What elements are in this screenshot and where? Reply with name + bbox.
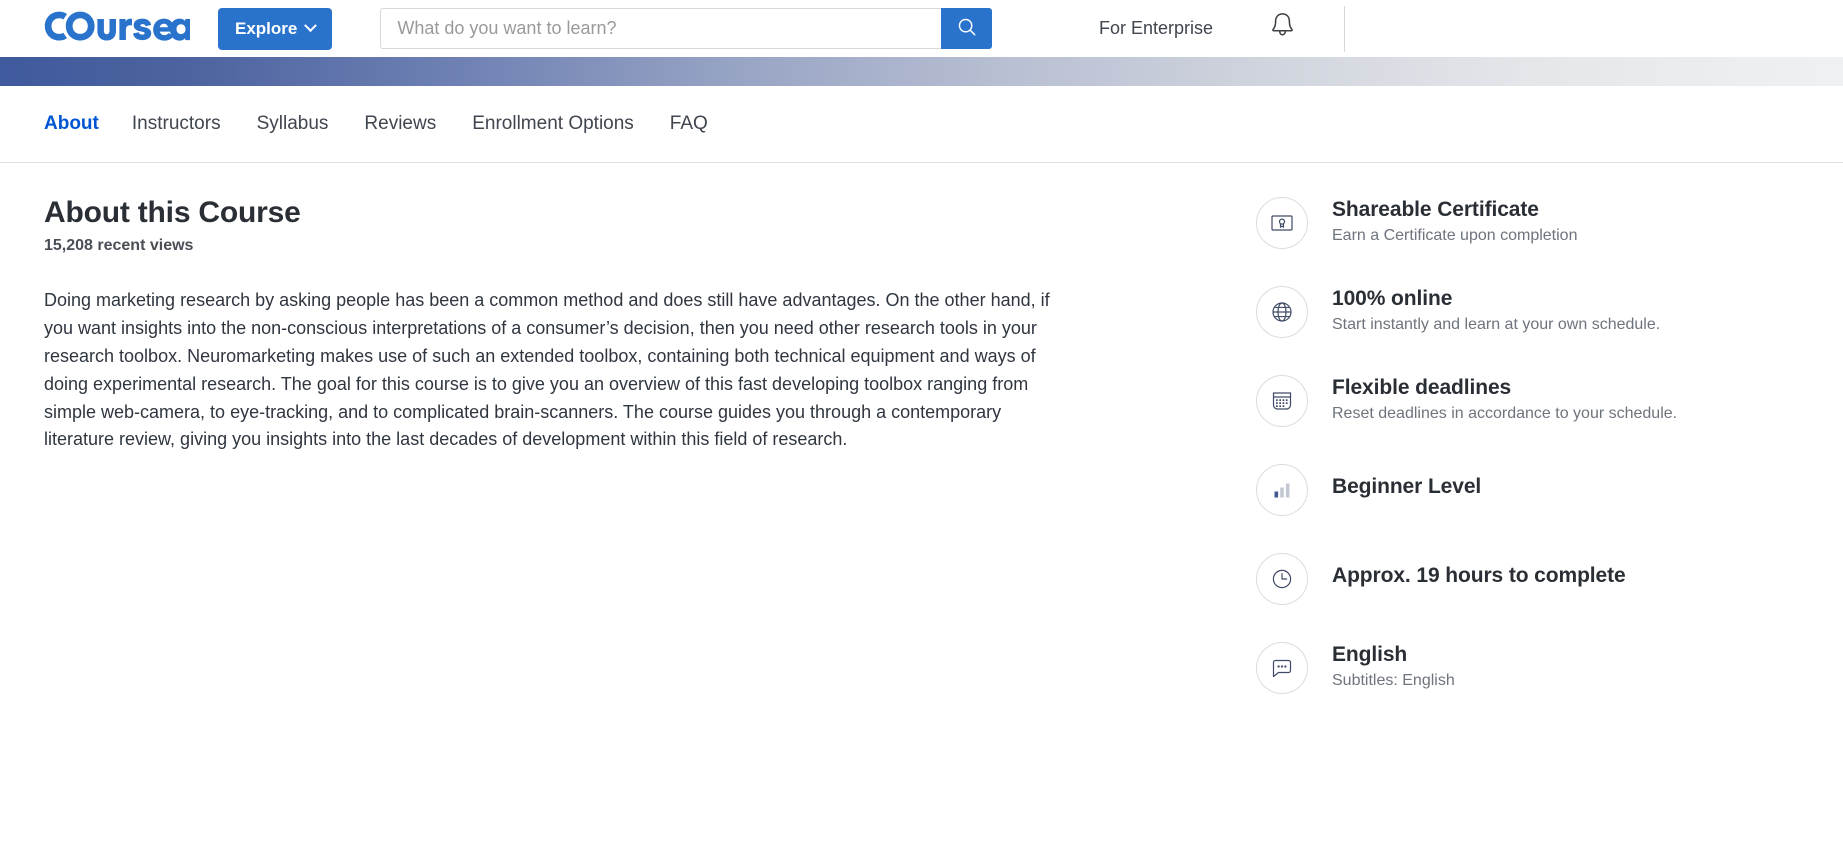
explore-button-label: Explore — [235, 18, 298, 38]
highlight-title: Beginner Level — [1332, 475, 1482, 498]
course-description: Doing marketing research by asking peopl… — [44, 290, 1050, 450]
highlight-language: English Subtitles: English — [1256, 640, 1843, 698]
header-divider — [1344, 5, 1345, 52]
about-section: About this Course 15,208 recent views Do… — [0, 195, 1240, 729]
coursera-logo-icon — [44, 11, 192, 46]
page-title: About this Course — [44, 196, 301, 229]
highlight-text: English Subtitles: English — [1332, 640, 1455, 692]
clock-icon — [1256, 553, 1308, 605]
highlight-title: 100% online — [1332, 287, 1453, 310]
highlight-100-percent-online: 100% online Start instantly and learn at… — [1256, 284, 1843, 342]
highlight-text: 100% online Start instantly and learn at… — [1332, 284, 1660, 336]
highlight-subtitle: Start instantly and learn at your own sc… — [1332, 316, 1661, 334]
highlight-subtitle: Subtitles: English — [1332, 672, 1455, 690]
certificate-icon — [1256, 197, 1308, 249]
calendar-icon — [1256, 375, 1308, 427]
course-banner-strip — [0, 57, 1843, 86]
highlight-title: Flexible deadlines — [1332, 376, 1512, 399]
globe-icon — [1256, 286, 1308, 338]
coursera-logo[interactable] — [44, 11, 192, 46]
tab-faq[interactable]: FAQ — [670, 113, 708, 135]
highlight-text: Approx. 19 hours to complete — [1332, 551, 1626, 589]
tab-syllabus[interactable]: Syllabus — [257, 113, 329, 135]
highlight-title: English — [1332, 643, 1408, 666]
header-right-group: For Enterprise — [1099, 0, 1843, 57]
search-button[interactable] — [941, 8, 993, 49]
highlight-text: Flexible deadlines Reset deadlines in ac… — [1332, 373, 1677, 425]
search-icon — [956, 16, 978, 41]
chevron-down-icon — [304, 19, 318, 33]
tab-enrollment-options[interactable]: Enrollment Options — [472, 113, 634, 135]
bar-chart-icon — [1256, 464, 1308, 516]
for-enterprise-link[interactable]: For Enterprise — [1099, 18, 1213, 39]
search-bar — [380, 8, 993, 49]
highlight-shareable-certificate: Shareable Certificate Earn a Certificate… — [1256, 195, 1843, 253]
highlight-title: Shareable Certificate — [1332, 198, 1539, 221]
bell-icon — [1269, 11, 1296, 46]
tab-about[interactable]: About — [44, 113, 99, 135]
course-nav-tabs: About Instructors Syllabus Reviews Enrol… — [0, 86, 1843, 163]
tab-instructors[interactable]: Instructors — [132, 113, 221, 135]
tab-reviews[interactable]: Reviews — [364, 113, 436, 135]
notifications-button[interactable] — [1269, 11, 1296, 46]
page-body: About this Course 15,208 recent views Do… — [0, 163, 1843, 729]
highlight-time-to-complete: Approx. 19 hours to complete — [1256, 551, 1843, 609]
highlight-subtitle: Reset deadlines in accordance to your sc… — [1332, 405, 1678, 423]
top-header: Explore For Enterprise — [0, 0, 1843, 57]
recent-views-count: 15,208 recent views — [44, 237, 194, 254]
highlight-title: Approx. 19 hours to complete — [1332, 564, 1626, 587]
highlight-text: Beginner Level — [1332, 462, 1481, 500]
highlight-text: Shareable Certificate Earn a Certificate… — [1332, 195, 1577, 247]
search-input[interactable] — [380, 8, 942, 49]
highlight-subtitle: Earn a Certificate upon completion — [1332, 227, 1578, 245]
explore-button[interactable]: Explore — [218, 7, 333, 50]
highlight-beginner-level: Beginner Level — [1256, 462, 1843, 520]
subtitles-icon — [1256, 642, 1308, 694]
highlight-flexible-deadlines: Flexible deadlines Reset deadlines in ac… — [1256, 373, 1843, 431]
course-highlights: Shareable Certificate Earn a Certificate… — [1240, 195, 1843, 729]
